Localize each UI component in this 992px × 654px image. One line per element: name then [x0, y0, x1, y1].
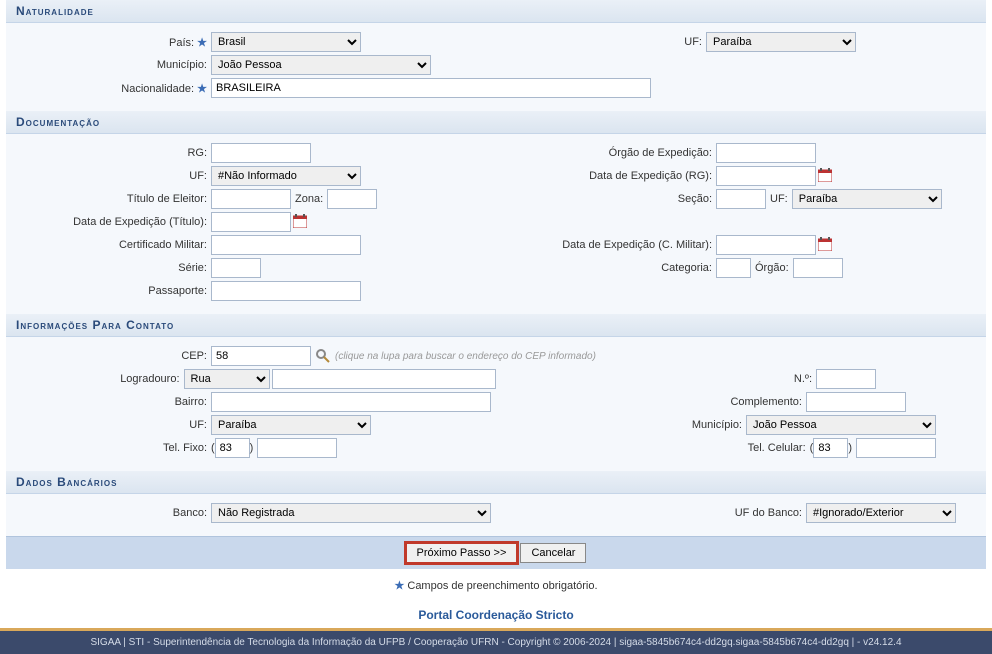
orgao-label: Órgão:: [751, 262, 793, 274]
orgao-input[interactable]: [793, 258, 843, 278]
logradouro-input[interactable]: [272, 369, 496, 389]
tel-cel-label: Tel. Celular:: [748, 442, 810, 454]
municipio-contato-label: Município:: [692, 419, 746, 431]
banco-label: Banco:: [16, 507, 211, 519]
required-note: ★ Campos de preenchimento obrigatório.: [6, 569, 986, 602]
serie-input[interactable]: [211, 258, 261, 278]
data-exp-militar-label: Data de Expedição (C. Militar):: [496, 239, 716, 251]
secao-label: Seção:: [496, 193, 716, 205]
data-exp-titulo-label: Data de Expedição (Título):: [16, 216, 211, 228]
section-header-naturalidade: Naturalidade: [6, 0, 986, 23]
logradouro-tipo-select[interactable]: Rua: [184, 369, 270, 389]
pais-label: País: ★: [16, 36, 211, 49]
tel-cel-num-input[interactable]: [856, 438, 936, 458]
rg-label: RG:: [16, 147, 211, 159]
municipio-contato-select[interactable]: João Pessoa: [746, 415, 936, 435]
data-exp-rg-input[interactable]: [716, 166, 816, 186]
bairro-label: Bairro:: [16, 396, 211, 408]
cep-input[interactable]: [211, 346, 311, 366]
serie-label: Série:: [16, 262, 211, 274]
section-header-documentacao: Documentação: [6, 111, 986, 134]
uf-titulo-label: UF:: [766, 193, 792, 205]
uf-doc-label: UF:: [16, 170, 211, 182]
uf-contato-select[interactable]: Paraíba: [211, 415, 371, 435]
uf-contato-label: UF:: [16, 419, 211, 431]
bairro-input[interactable]: [211, 392, 491, 412]
zona-input[interactable]: [327, 189, 377, 209]
search-icon[interactable]: [315, 348, 331, 364]
cep-hint: (clique na lupa para buscar o endereço d…: [335, 351, 596, 362]
orgao-exp-input[interactable]: [716, 143, 816, 163]
rg-input[interactable]: [211, 143, 311, 163]
data-exp-rg-label: Data de Expedição (RG):: [496, 170, 716, 182]
banco-select[interactable]: Não Registrada: [211, 503, 491, 523]
pais-select[interactable]: Brasil: [211, 32, 361, 52]
uf-nat-select[interactable]: Paraíba: [706, 32, 856, 52]
nacionalidade-label: Nacionalidade: ★: [16, 82, 211, 95]
uf-banco-label: UF do Banco:: [735, 507, 806, 519]
secao-input[interactable]: [716, 189, 766, 209]
uf-banco-select[interactable]: #Ignorado/Exterior: [806, 503, 956, 523]
numero-label: N.º:: [794, 373, 816, 385]
data-exp-titulo-input[interactable]: [211, 212, 291, 232]
orgao-exp-label: Órgão de Expedição:: [496, 147, 716, 159]
titulo-input[interactable]: [211, 189, 291, 209]
municipio-nat-label: Município:: [16, 59, 211, 71]
portal-link[interactable]: Portal Coordenação Stricto: [6, 602, 986, 628]
calendar-icon[interactable]: [818, 237, 834, 253]
cancelar-button[interactable]: Cancelar: [520, 543, 586, 563]
complemento-label: Complemento:: [730, 396, 806, 408]
data-exp-militar-input[interactable]: [716, 235, 816, 255]
passaporte-label: Passaporte:: [16, 285, 211, 297]
footer: SIGAA | STI - Superintendência de Tecnol…: [0, 628, 992, 654]
proximo-passo-button[interactable]: Próximo Passo >>: [406, 543, 518, 563]
municipio-nat-select[interactable]: João Pessoa: [211, 55, 431, 75]
calendar-icon[interactable]: [818, 168, 834, 184]
tel-cel-ddd-input[interactable]: [813, 438, 848, 458]
zona-label: Zona:: [291, 193, 327, 205]
section-header-bancarios: Dados Bancários: [6, 471, 986, 494]
button-bar: Próximo Passo >> Cancelar: [6, 536, 986, 569]
cert-militar-input[interactable]: [211, 235, 361, 255]
tel-fixo-label: Tel. Fixo:: [16, 442, 211, 454]
uf-doc-select[interactable]: #Não Informado: [211, 166, 361, 186]
tel-fixo-ddd-input[interactable]: [215, 438, 250, 458]
numero-input[interactable]: [816, 369, 876, 389]
cep-label: CEP:: [16, 350, 211, 362]
section-header-contato: Informações Para Contato: [6, 314, 986, 337]
categoria-label: Categoria:: [496, 262, 716, 274]
uf-titulo-select[interactable]: Paraíba: [792, 189, 942, 209]
titulo-label: Título de Eleitor:: [16, 193, 211, 205]
complemento-input[interactable]: [806, 392, 906, 412]
nacionalidade-input[interactable]: [211, 78, 651, 98]
tel-fixo-num-input[interactable]: [257, 438, 337, 458]
passaporte-input[interactable]: [211, 281, 361, 301]
calendar-icon[interactable]: [293, 214, 309, 230]
categoria-input[interactable]: [716, 258, 751, 278]
logradouro-label: Logradouro:: [16, 373, 184, 385]
uf-nat-label: UF:: [684, 36, 706, 48]
cert-militar-label: Certificado Militar:: [16, 239, 211, 251]
